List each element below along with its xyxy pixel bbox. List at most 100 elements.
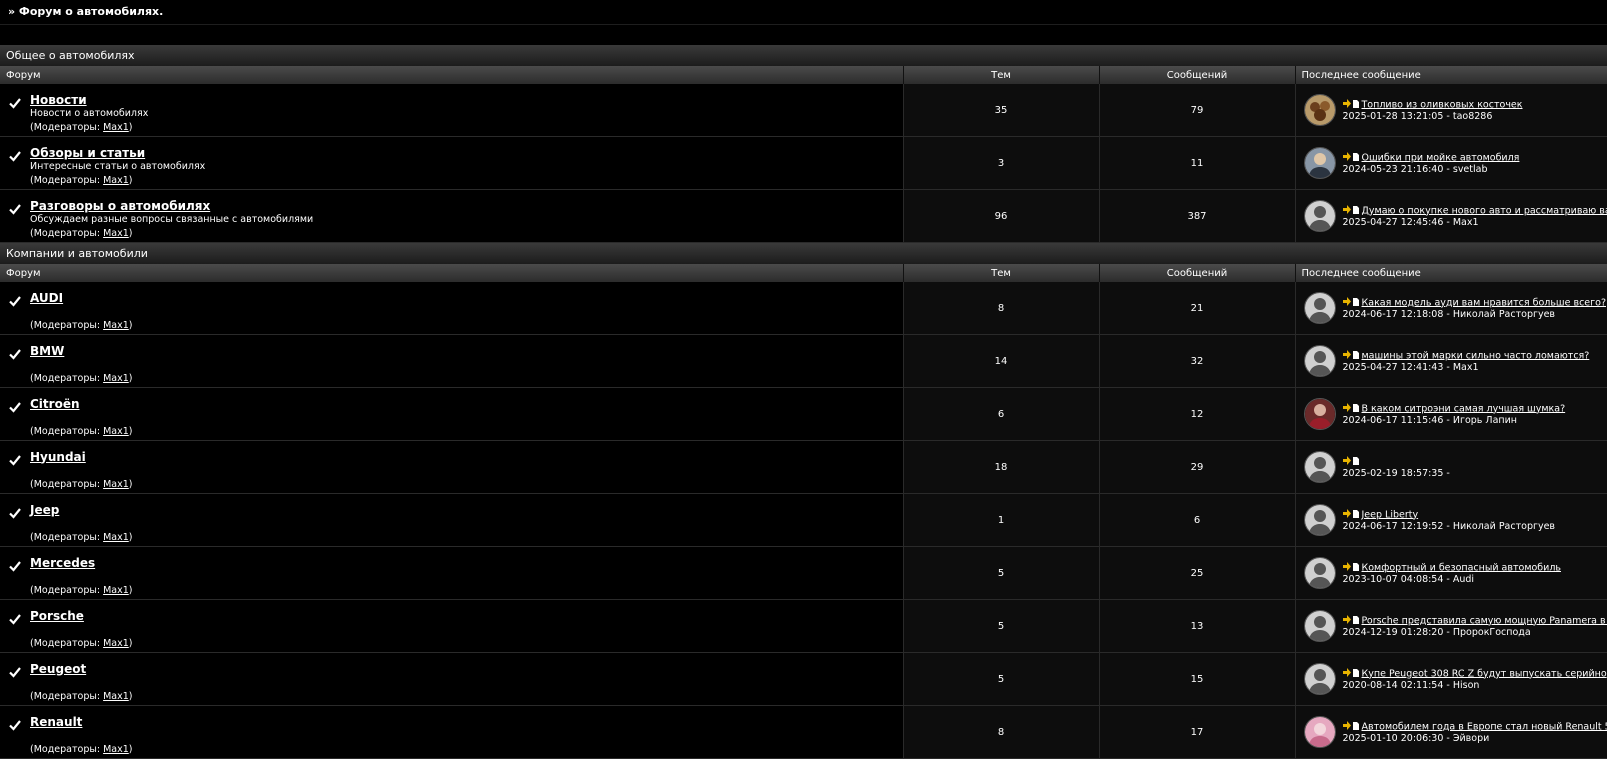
forum-title-link[interactable]: Новости [30,93,87,107]
last-post-topic-link[interactable]: Автомобилем года в Европе стал новый Ren… [1362,721,1607,732]
avatar[interactable] [1304,398,1336,430]
posts-count: 12 [1099,388,1295,441]
moderator-link[interactable]: Max1 [103,426,129,437]
header-topics: Тем [903,66,1099,84]
moderator-link[interactable]: Max1 [103,373,129,384]
forum-moderators: (Модераторы: Max1) [30,744,132,756]
header-forum: Форум [0,264,903,282]
avatar[interactable] [1304,504,1336,536]
avatar[interactable] [1304,345,1336,377]
forum-title-link[interactable]: Hyundai [30,450,86,464]
go-to-last-post-icon[interactable] [1343,668,1359,680]
forum-moderators: (Модераторы: Max1) [30,532,132,544]
last-post-topic-link[interactable]: Porsche представила самую мощную Panamer… [1362,615,1607,626]
avatar[interactable] [1304,292,1336,324]
go-to-last-post-icon[interactable] [1343,205,1359,217]
read-check-icon [8,202,22,216]
moderator-link[interactable]: Max1 [103,532,129,543]
forum-description: Обсуждаем разные вопросы связанные с авт… [30,214,313,226]
avatar[interactable] [1304,451,1336,483]
moderator-link[interactable]: Max1 [103,122,129,133]
posts-count: 6 [1099,494,1295,547]
last-post-topic-link[interactable]: В каком ситроэни самая лучшая шумка? [1362,403,1566,414]
avatar[interactable] [1304,200,1336,232]
moderator-link[interactable]: Max1 [103,479,129,490]
read-check-icon [8,149,22,163]
avatar[interactable] [1304,610,1336,642]
read-check-icon [8,96,22,110]
go-to-last-post-icon[interactable] [1343,562,1359,574]
moderator-link[interactable]: Max1 [103,320,129,331]
forum-moderators: (Модераторы: Max1) [30,691,132,703]
forum-moderators: (Модераторы: Max1) [30,479,132,491]
last-post-topic-link[interactable]: Ошибки при мойке автомобиля [1362,152,1520,163]
go-to-last-post-icon[interactable] [1343,297,1359,309]
last-post-topic-link[interactable]: Jeep Liberty [1362,509,1419,520]
last-post-meta: 2025-01-28 13:21:05 - tao8286 [1343,111,1523,122]
go-to-last-post-icon[interactable] [1343,152,1359,164]
go-to-last-post-icon[interactable] [1343,403,1359,415]
forum-moderators: (Модераторы: Max1) [30,426,132,438]
forum-title-link[interactable]: Peugeot [30,662,86,676]
moderator-link[interactable]: Max1 [103,585,129,596]
forum-title-link[interactable]: BMW [30,344,64,358]
last-post-topic-link[interactable]: Комфортный и безопасный автомобиль [1362,562,1562,573]
posts-count: 387 [1099,190,1295,243]
last-post-meta: 2024-06-17 11:15:46 - Игорь Лапин [1343,415,1566,426]
topics-count: 18 [903,441,1099,494]
forum-title-link[interactable]: AUDI [30,291,63,305]
go-to-last-post-icon[interactable] [1343,456,1359,468]
forum-title-link[interactable]: Обзоры и статьи [30,146,145,160]
moderator-link[interactable]: Max1 [103,228,129,239]
last-post-meta: 2024-05-23 21:16:40 - svetlab [1343,164,1520,175]
header-last-post: Последнее сообщение [1295,66,1607,84]
header-posts: Сообщений [1099,264,1295,282]
header-last-post: Последнее сообщение [1295,264,1607,282]
forum-title-link[interactable]: Mercedes [30,556,95,570]
last-post-topic-link[interactable]: Думаю о покупке нового авто и рассматрив… [1362,205,1607,216]
posts-count: 13 [1099,600,1295,653]
avatar[interactable] [1304,94,1336,126]
last-post-meta: 2025-04-27 12:45:46 - Max1 [1343,217,1607,228]
spacer [0,25,1607,45]
last-post-topic-link[interactable]: машины этой марки сильно часто ломаются? [1362,350,1590,361]
avatar[interactable] [1304,557,1336,589]
last-post-meta: 2024-06-17 12:19:52 - Николай Расторгуев [1343,521,1556,532]
forum-row: Citroën(Модераторы: Max1)612В каком ситр… [0,388,1607,441]
go-to-last-post-icon[interactable] [1343,350,1359,362]
forum-description: Новости о автомобилях [30,108,148,120]
category-title[interactable]: Общее о автомобилях [0,45,1607,66]
go-to-last-post-icon[interactable] [1343,721,1359,733]
forum-title-link[interactable]: Jeep [30,503,59,517]
last-post-topic-link[interactable]: Купе Peugeot 308 RC Z будут выпускать се… [1362,668,1607,679]
forum-title-link[interactable]: Porsche [30,609,84,623]
moderator-link[interactable]: Max1 [103,175,129,186]
last-post-meta: 2020-08-14 02:11:54 - Hison [1343,680,1607,691]
forum-title-link[interactable]: Renault [30,715,82,729]
forum-title-link[interactable]: Разговоры о автомобилях [30,199,210,213]
category-title[interactable]: Компании и автомобили [0,243,1607,264]
avatar[interactable] [1304,663,1336,695]
forum-row: Peugeot(Модераторы: Max1)515Купе Peugeot… [0,653,1607,706]
go-to-last-post-icon[interactable] [1343,615,1359,627]
read-check-icon [8,506,22,520]
avatar[interactable] [1304,716,1336,748]
read-check-icon [8,453,22,467]
last-post-topic-link[interactable]: Какая модель ауди вам нравится больше вс… [1362,297,1607,308]
go-to-last-post-icon[interactable] [1343,99,1359,111]
read-check-icon [8,718,22,732]
forum-row: Mercedes(Модераторы: Max1)525Комфортный … [0,547,1607,600]
moderator-link[interactable]: Max1 [103,691,129,702]
last-post-topic-link[interactable]: Топливо из оливковых косточек [1362,99,1523,110]
breadcrumb[interactable]: » Форум о автомобилях. [0,0,1607,25]
moderator-link[interactable]: Max1 [103,638,129,649]
posts-count: 79 [1099,84,1295,137]
forum-title-link[interactable]: Citroën [30,397,80,411]
go-to-last-post-icon[interactable] [1343,509,1359,521]
forum-row: AUDI(Модераторы: Max1)821Какая модель ау… [0,282,1607,335]
forum-moderators: (Модераторы: Max1) [30,228,313,240]
forum-moderators: (Модераторы: Max1) [30,320,132,332]
moderator-link[interactable]: Max1 [103,744,129,755]
avatar[interactable] [1304,147,1336,179]
forum-row: Обзоры и статьиИнтересные статьи о автом… [0,137,1607,190]
